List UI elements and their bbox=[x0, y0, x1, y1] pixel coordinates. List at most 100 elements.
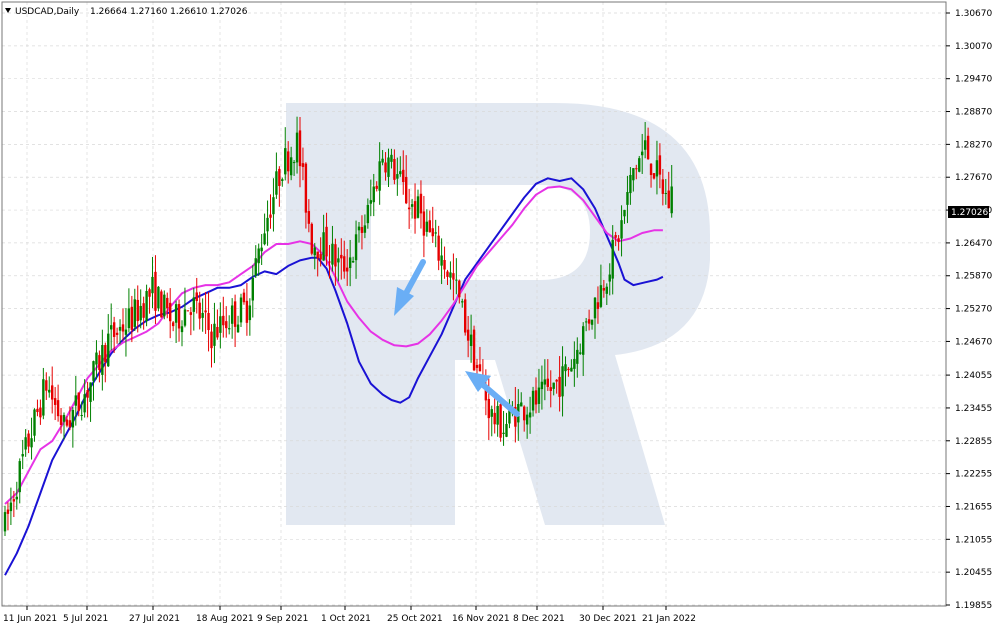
candle bbox=[472, 325, 476, 372]
candle bbox=[142, 296, 145, 330]
candle bbox=[3, 505, 7, 536]
candle bbox=[92, 360, 95, 401]
candle bbox=[437, 225, 440, 271]
candle bbox=[490, 405, 493, 437]
candle bbox=[257, 243, 260, 276]
candle bbox=[413, 183, 417, 234]
candle bbox=[239, 293, 243, 328]
y-tick-label: 1.20455 bbox=[955, 568, 992, 578]
candle bbox=[124, 307, 128, 357]
x-tick-label: 27 Jul 2021 bbox=[129, 614, 180, 624]
candle bbox=[464, 293, 467, 336]
x-tick-label: 25 Oct 2021 bbox=[387, 614, 443, 624]
candle bbox=[263, 213, 266, 246]
candle bbox=[222, 296, 225, 338]
candle bbox=[145, 284, 148, 327]
y-tick-label: 1.21055 bbox=[955, 535, 992, 545]
candle bbox=[251, 265, 254, 318]
y-tick-label: 1.30670 bbox=[955, 9, 992, 19]
y-tick-label: 1.30070 bbox=[955, 42, 992, 52]
candle bbox=[278, 166, 281, 207]
y-tick-label: 1.27670 bbox=[955, 173, 992, 183]
candle bbox=[121, 308, 125, 341]
y-tick-label: 1.21655 bbox=[955, 502, 992, 512]
candle bbox=[422, 195, 426, 258]
candle bbox=[652, 172, 656, 180]
candle bbox=[15, 481, 18, 510]
candle bbox=[95, 340, 98, 380]
symbol-label: USDCAD,Daily bbox=[15, 7, 80, 17]
y-tick-label: 1.19855 bbox=[955, 601, 992, 611]
candle bbox=[213, 302, 216, 364]
y-tick-label: 1.25870 bbox=[955, 272, 992, 282]
candle bbox=[248, 298, 252, 336]
y-axis: 1.30670 1.30070 1.29470 1.28870 1.28270 1.276… bbox=[946, 9, 992, 611]
candle bbox=[166, 292, 169, 319]
x-axis: 11 Jun 2021 5 Jul 2021 27 Jul 2021 18 Aug 2… bbox=[3, 606, 696, 624]
x-tick-label: 30 Dec 2021 bbox=[579, 614, 637, 624]
chart-window: 1.30670 1.30070 1.29470 1.28870 1.28270 1.276… bbox=[0, 0, 993, 630]
x-tick-label: 5 Jul 2021 bbox=[63, 614, 108, 624]
candle bbox=[154, 255, 157, 324]
candle bbox=[118, 319, 122, 345]
candle bbox=[160, 289, 163, 318]
x-tick-label: 1 Oct 2021 bbox=[321, 614, 371, 624]
candle bbox=[148, 287, 151, 314]
candle bbox=[133, 288, 136, 331]
x-tick-label: 8 Dec 2021 bbox=[513, 614, 565, 624]
candle bbox=[21, 439, 24, 470]
candle bbox=[440, 238, 443, 285]
candle bbox=[260, 234, 263, 265]
candle bbox=[225, 306, 228, 338]
candle bbox=[281, 177, 284, 187]
candle bbox=[266, 200, 269, 246]
candle bbox=[107, 314, 110, 368]
candle bbox=[207, 292, 210, 352]
ohlc-label: 1.26664 1.27160 1.26610 1.27026 bbox=[90, 7, 248, 17]
chart-header: USDCAD,Daily 1.26664 1.27160 1.26610 1.2… bbox=[5, 7, 248, 17]
candle bbox=[18, 458, 21, 504]
candle bbox=[245, 283, 249, 336]
y-tick-label: 1.24670 bbox=[955, 337, 992, 347]
x-tick-label: 21 Jan 2022 bbox=[642, 614, 696, 624]
candle bbox=[27, 430, 30, 454]
candle bbox=[230, 298, 234, 339]
x-tick-label: 11 Jun 2021 bbox=[3, 614, 57, 624]
candle bbox=[157, 286, 160, 312]
candle bbox=[53, 387, 57, 421]
y-tick-label: 1.25270 bbox=[955, 305, 992, 315]
x-tick-label: 18 Aug 2021 bbox=[196, 614, 254, 624]
candle bbox=[163, 290, 166, 320]
candle bbox=[169, 288, 172, 339]
candle bbox=[210, 324, 213, 368]
candle bbox=[425, 209, 429, 237]
candle bbox=[419, 180, 423, 229]
candle bbox=[431, 206, 434, 243]
candle bbox=[189, 307, 193, 336]
candle bbox=[216, 309, 219, 340]
y-tick-label: 1.28870 bbox=[955, 108, 992, 118]
candle bbox=[9, 487, 13, 526]
candle bbox=[130, 295, 134, 343]
candle bbox=[638, 155, 641, 173]
candle bbox=[174, 300, 178, 344]
current-price-tag: 1.27026 bbox=[948, 206, 989, 218]
candle bbox=[110, 303, 113, 351]
candle bbox=[139, 289, 142, 329]
candle bbox=[183, 287, 187, 328]
candle bbox=[428, 210, 431, 233]
candle bbox=[496, 396, 499, 437]
candle bbox=[443, 246, 446, 279]
candle bbox=[151, 256, 154, 309]
candle bbox=[33, 408, 36, 442]
candle bbox=[310, 222, 313, 256]
candle bbox=[416, 189, 420, 219]
candle bbox=[177, 299, 181, 342]
candle bbox=[39, 399, 42, 425]
y-tick-label: 1.26470 bbox=[955, 239, 992, 249]
current-price-label: 1.27026 bbox=[951, 208, 988, 218]
candle bbox=[228, 315, 231, 335]
candle bbox=[242, 288, 246, 305]
candle bbox=[89, 382, 92, 422]
triangle-down-icon[interactable] bbox=[5, 8, 11, 13]
